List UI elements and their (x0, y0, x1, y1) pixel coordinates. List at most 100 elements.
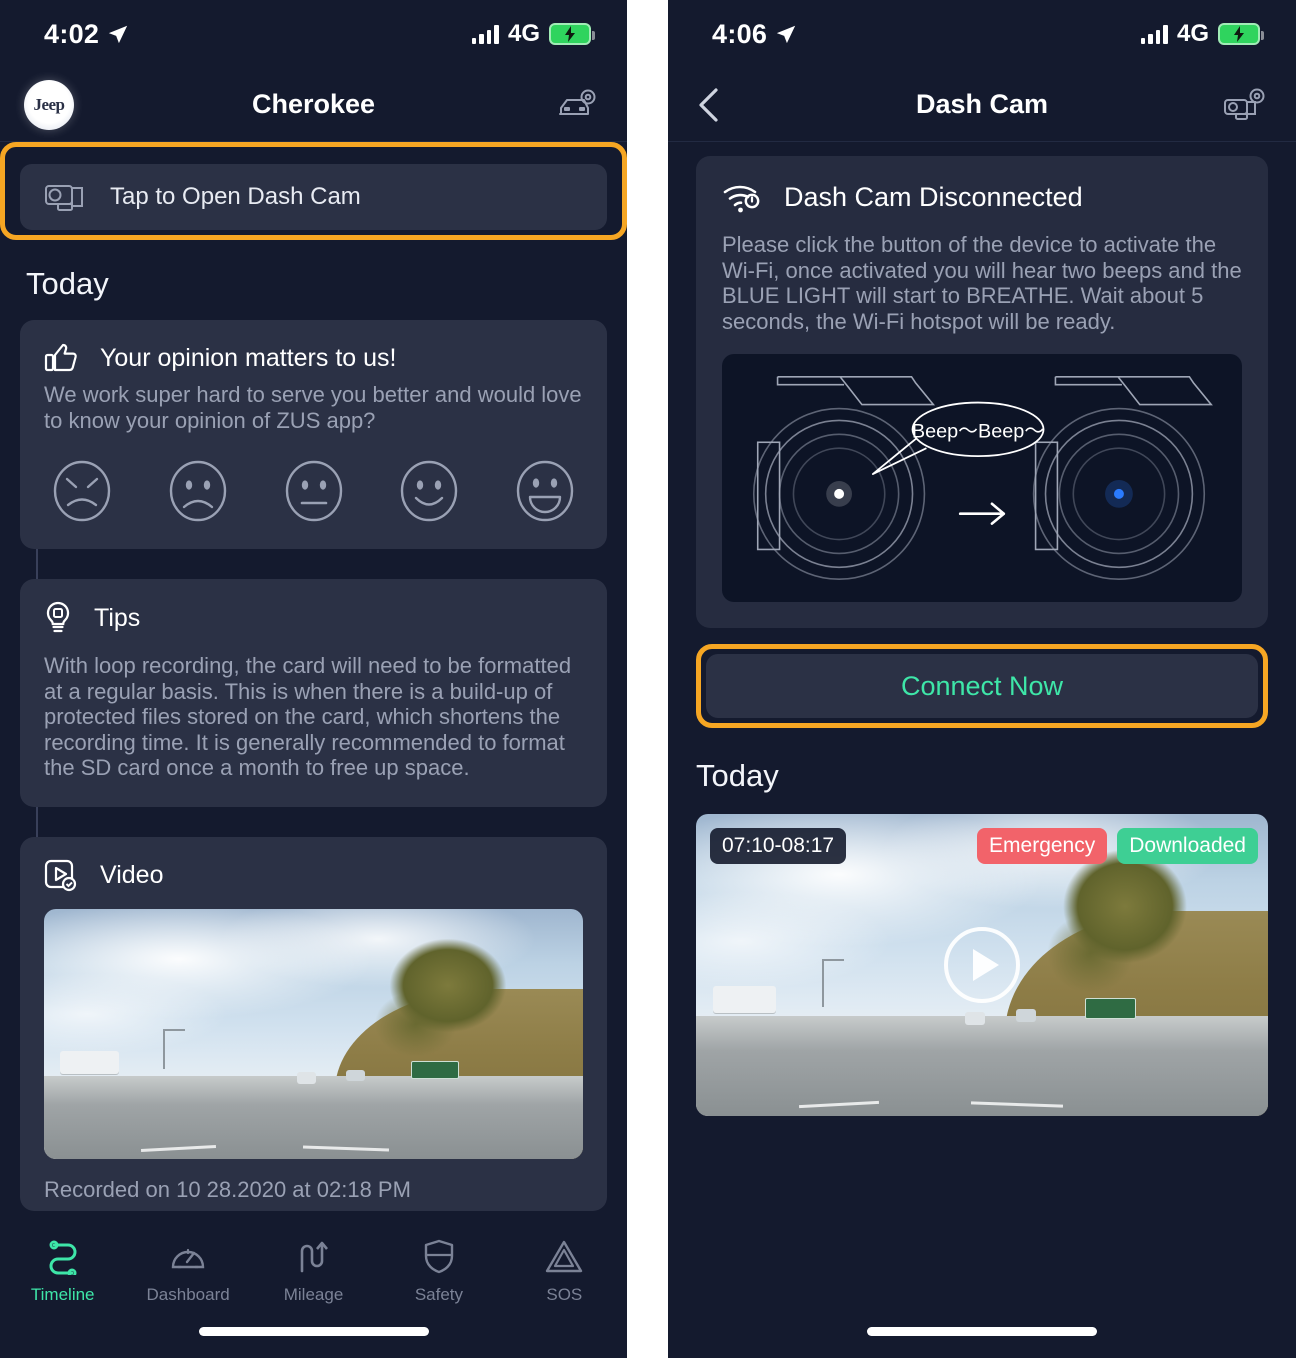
status-badge-downloaded: Downloaded (1117, 828, 1258, 865)
card-tips[interactable]: Tips With loop recording, the card will … (20, 579, 607, 807)
tab-mileage-label: Mileage (283, 1285, 344, 1304)
chevron-left-icon[interactable] (692, 85, 726, 125)
status-time-right: 4:06 (712, 18, 768, 49)
thumbnail-road-sign-right (1084, 998, 1137, 1020)
video-recorded-caption: Recorded on 10 28.2020 at 02:18 PM (44, 1176, 411, 1202)
video-status-badges: Emergency Downloaded (977, 828, 1258, 865)
thumbnail-car-2-right (1016, 1008, 1037, 1023)
thumbnail-bus (60, 1051, 120, 1074)
screenshot-root: 4:02 4G Jeep Cherokee Tap to Open Dash C… (0, 0, 1296, 1358)
signal-bars-icon (471, 24, 499, 44)
phone-screen-dashcam: 4:06 4G Dash Cam Dash Cam Disconnected P… (668, 0, 1296, 1358)
connect-now-highlight: Connect Now (696, 644, 1268, 729)
sad-face-icon[interactable] (166, 459, 230, 523)
card-video-header: Video (44, 859, 583, 893)
battery-charging-icon (549, 23, 595, 45)
card-opinion-header: Your opinion matters to us! (44, 342, 583, 374)
thumbnail-road-right (696, 1016, 1268, 1117)
tab-sos[interactable]: SOS (502, 1237, 627, 1305)
dashcam-status-instructions: Please click the button of the device to… (722, 232, 1242, 334)
tap-to-open-dashcam-button[interactable]: Tap to Open Dash Cam (20, 164, 607, 230)
status-time: 4:02 (44, 18, 100, 49)
tab-timeline[interactable]: Timeline (0, 1237, 125, 1305)
location-arrow-icon (107, 23, 129, 45)
thumbnail-lamp-post (162, 1028, 185, 1069)
thumbnail-car-1-right (964, 1011, 985, 1026)
rating-smilies (44, 433, 583, 523)
shield-icon (419, 1237, 459, 1275)
thumbnail-road-sign (410, 1061, 460, 1079)
dashcam-status-title: Dash Cam Disconnected (784, 181, 1083, 212)
tab-safety-label: Safety (414, 1285, 464, 1304)
video-time-range-badge: 07:10-08:17 (710, 828, 847, 865)
gauge-icon (168, 1237, 208, 1275)
dashcam-icon (44, 181, 90, 213)
screen-body-right: Dash Cam Disconnected Please click the b… (668, 142, 1296, 1117)
video-icon (44, 859, 78, 893)
dashcam-status-header: Dash Cam Disconnected (722, 180, 1242, 214)
nav-bar-right: Dash Cam (668, 68, 1296, 142)
dashcam-settings-icon[interactable] (1222, 87, 1268, 123)
tab-mileage[interactable]: Mileage (251, 1237, 376, 1305)
thumbnail-bus-right (713, 986, 777, 1014)
status-bar-right-right-group: 4G (1140, 20, 1264, 48)
card-tips-body: With loop recording, the card will need … (44, 653, 572, 781)
connect-now-button[interactable]: Connect Now (706, 654, 1258, 719)
thumbnail-lamp-post-right (821, 959, 844, 1008)
home-indicator-left (198, 1327, 429, 1336)
card-tips-title: Tips (94, 603, 141, 632)
video-thumbnail-right[interactable]: 07:10-08:17 Emergency Downloaded (696, 814, 1268, 1117)
signal-bars-icon (1140, 24, 1168, 44)
thumbnail-car-1 (297, 1072, 317, 1084)
panel-gap (627, 0, 668, 1358)
wifi-off-icon (722, 180, 762, 214)
battery-charging-icon (1218, 23, 1264, 45)
car-settings-icon[interactable] (555, 87, 599, 123)
card-video-title: Video (100, 861, 164, 890)
section-title-today-left: Today (0, 240, 627, 320)
status-bar-right: 4:06 4G (668, 0, 1296, 68)
arrow-right-icon (958, 502, 1006, 526)
phone-screen-timeline: 4:02 4G Jeep Cherokee Tap to Open Dash C… (0, 0, 627, 1358)
home-indicator-right (867, 1327, 1097, 1336)
video-thumbnail-left[interactable] (44, 908, 583, 1159)
status-bar-left: 4:02 4G (0, 0, 627, 68)
timeline-icon (43, 1237, 83, 1275)
status-bar-left-group: 4:02 (44, 19, 129, 50)
card-tips-header: Tips (44, 601, 583, 635)
location-arrow-icon (775, 23, 797, 45)
page-title: Cherokee (251, 89, 376, 119)
tab-dashboard[interactable]: Dashboard (125, 1237, 250, 1305)
dashcam-open-bar-highlight: Tap to Open Dash Cam (0, 142, 627, 240)
play-circle-icon[interactable] (944, 927, 1020, 1004)
dashcam-activation-diagram: Beep～Beep～ (722, 354, 1242, 603)
angry-face-icon[interactable] (50, 459, 114, 523)
smile-face-icon[interactable] (397, 459, 461, 523)
tab-safety[interactable]: Safety (376, 1237, 501, 1305)
today-label-left: Today (26, 266, 109, 301)
status-badge-emergency: Emergency (977, 828, 1108, 865)
nav-bar-left: Jeep Cherokee (0, 68, 627, 142)
bottom-tab-bar-left: Timeline Dashboard Mileage Safety SOS (0, 1223, 627, 1358)
card-opinion-body: We work super hard to serve you better a… (44, 382, 582, 433)
lightbulb-icon (44, 601, 72, 635)
tab-sos-label: SOS (546, 1285, 583, 1304)
play-triangle (972, 949, 999, 982)
card-video[interactable]: Video Recorded on 10 28.2020 at 02:18 PM (20, 836, 607, 1211)
tap-to-open-dashcam-label: Tap to Open Dash Cam (110, 183, 361, 210)
neutral-face-icon[interactable] (282, 459, 346, 523)
screen-body-left: Tap to Open Dash Cam Today Your opinion … (0, 142, 627, 1211)
speech-bubble-text: Beep～Beep～ (912, 420, 1044, 442)
happy-face-icon[interactable] (513, 459, 577, 523)
status-bar-right-left-group: 4:06 (712, 19, 797, 50)
tab-dashboard-label: Dashboard (146, 1285, 230, 1304)
vehicle-avatar[interactable]: Jeep (24, 79, 74, 130)
page-title-right: Dash Cam (915, 89, 1049, 119)
card-opinion[interactable]: Your opinion matters to us! We work supe… (20, 320, 607, 550)
thumbnail-car-2 (345, 1069, 365, 1082)
mileage-road-icon (294, 1237, 334, 1275)
timeline-cards: Your opinion matters to us! We work supe… (0, 320, 627, 1211)
network-type-label: 4G (507, 20, 540, 47)
status-bar-right-group: 4G (471, 20, 595, 48)
tab-timeline-label: Timeline (30, 1285, 95, 1304)
